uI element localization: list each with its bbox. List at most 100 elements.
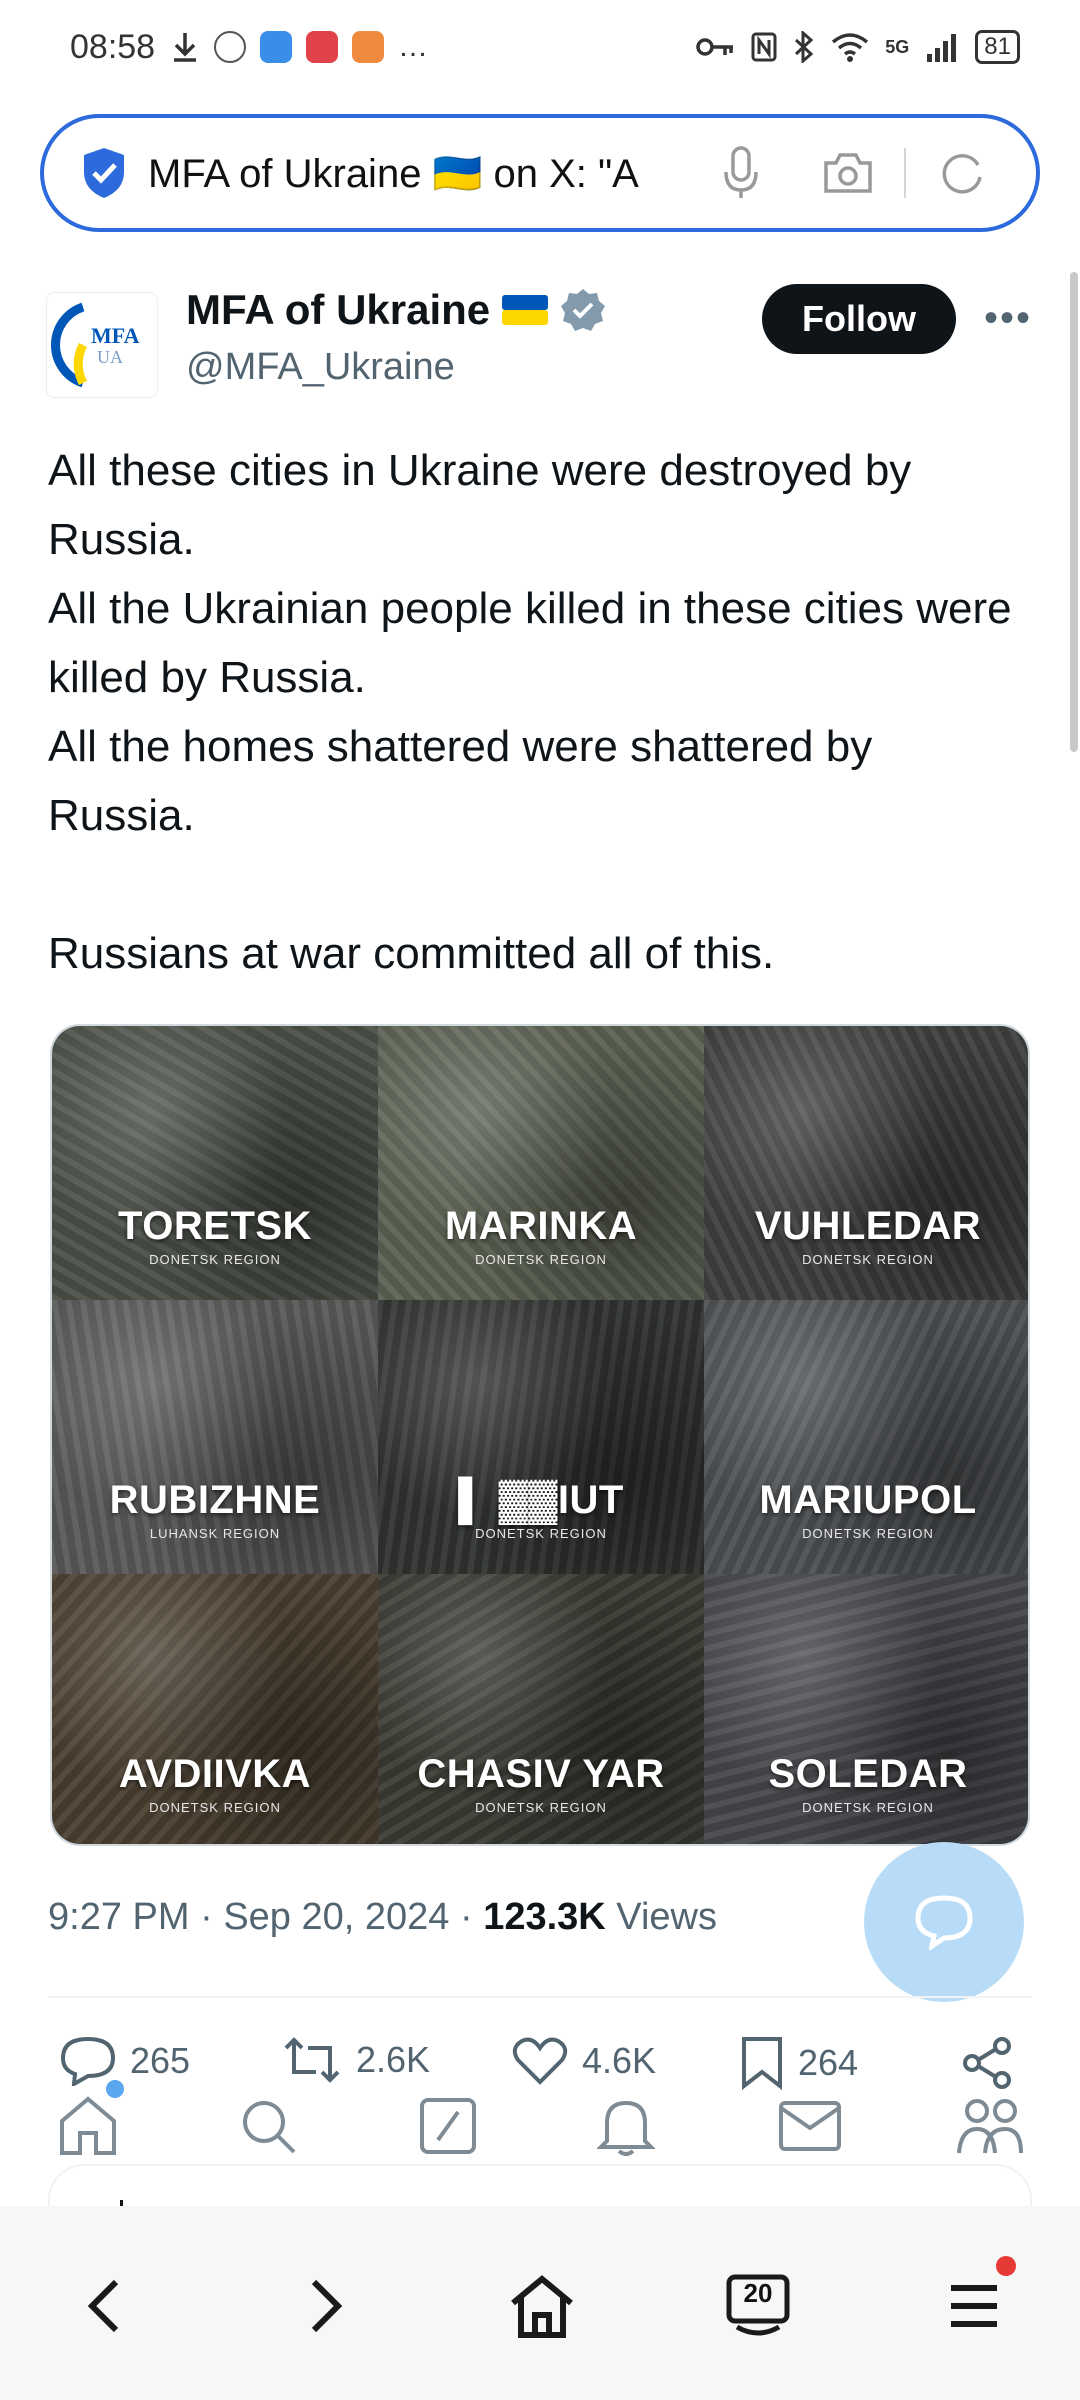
address-bar-divider [904,148,906,198]
compose-reply-button[interactable] [864,1842,1024,2002]
mail-icon [779,2101,841,2151]
search-icon [243,2101,296,2154]
x-nav-search[interactable] [232,2090,304,2162]
browser-home-button[interactable] [500,2264,584,2348]
tabs-button[interactable]: 20 [716,2264,800,2348]
media-tile[interactable]: MARIUPOL DONETSK REGION [704,1300,1028,1574]
app-notification-icon [214,31,246,63]
avatar-text-bottom: UA [97,347,123,367]
tab-count: 20 [743,2278,773,2308]
status-time: 08:58 [70,28,156,66]
media-tile[interactable]: VUHLEDAR DONETSK REGION [704,1026,1028,1300]
avatar-text-top: MFA [91,323,140,348]
network-type: 5G [885,36,910,57]
tweet-date[interactable]: Sep 20, 2024 [223,1896,449,1938]
microphone-icon[interactable] [724,146,758,200]
wifi-icon [832,33,869,62]
url-text[interactable]: MFA of Ukraine 🇺🇦 on X: "A [148,150,688,197]
browser-nav-bar: 20 [0,2206,1080,2400]
follow-button[interactable]: Follow [762,284,956,354]
x-nav-grok[interactable] [412,2090,484,2162]
city-label: ▌ ▓▓IUT [458,1478,624,1522]
region-label: DONETSK REGION [475,1526,607,1541]
region-label: DONETSK REGION [149,1252,281,1267]
shield-check-icon [84,148,124,198]
reply-count: 265 [130,2040,191,2081]
share-button[interactable] [960,2036,1014,2090]
tweet-meta: 9:27 PM · Sep 20, 2024 · 123.3K Views [48,1896,717,1939]
tweet-actions: 265 2.6K 4.6K 264 [60,2036,1020,2096]
play-app-icon [352,31,384,63]
bell-icon [597,2100,655,2156]
media-tile[interactable]: AVDIIVKA DONETSK REGION [52,1574,378,1844]
region-label: DONETSK REGION [802,1252,934,1267]
author-name[interactable]: MFA of Ukraine [186,286,606,334]
repost-count: 2.6K [356,2039,431,2080]
meta-separator: · [200,1896,224,1938]
region-label: DONETSK REGION [802,1800,934,1815]
avatar[interactable]: MFA UA [46,292,158,398]
city-label: SOLEDAR [768,1752,968,1796]
bookmark-button[interactable]: 264 [740,2036,858,2090]
app-notification-icon [306,31,338,63]
bluetooth-icon [795,31,814,63]
notification-icons: … [170,30,428,64]
media-tile[interactable]: CHASIV YAR DONETSK REGION [378,1574,704,1844]
x-nav-notifications[interactable] [590,2090,662,2162]
refresh-icon[interactable] [938,149,986,197]
address-bar[interactable]: MFA of Ukraine 🇺🇦 on X: "A [40,114,1040,232]
tweet-media[interactable]: TORETSK DONETSK REGION MARINKA DONETSK REGI… [50,1024,1030,1846]
x-nav-communities[interactable] [954,2090,1026,2162]
menu-button[interactable] [932,2264,1016,2348]
media-tile[interactable]: RUBIZHNE LUHANSK REGION [52,1300,378,1574]
media-tile[interactable]: ▌ ▓▓IUT DONETSK REGION [378,1300,704,1574]
repost-button[interactable]: 2.6K [282,2036,430,2084]
chat-bubble-icon [915,1895,973,1950]
region-label: DONETSK REGION [475,1800,607,1815]
author-name-text[interactable]: MFA of Ukraine [186,286,490,334]
home-icon [60,2096,116,2155]
key-icon [696,38,734,56]
scroll-indicator[interactable] [1070,272,1078,752]
heart-icon [512,2037,568,2085]
media-tile[interactable]: TORETSK DONETSK REGION [52,1026,378,1300]
status-bar: 08:58 … 5G 81 [0,0,1080,100]
nfc-icon [751,32,777,62]
meta-separator: · [459,1896,484,1938]
city-label: VUHLEDAR [754,1204,982,1248]
views-label: Views [616,1896,717,1938]
like-button[interactable]: 4.6K [512,2036,656,2086]
x-bottom-nav [0,2090,1080,2174]
reply-button[interactable]: 265 [60,2036,190,2086]
back-button[interactable] [62,2264,146,2348]
city-label: RUBIZHNE [109,1478,321,1522]
views-count: 123.3K [483,1896,606,1938]
hamburger-menu-icon [951,2285,997,2327]
app-notification-icon [260,31,292,63]
x-nav-home[interactable] [52,2090,124,2162]
camera-icon[interactable] [822,151,874,195]
media-tile[interactable]: SOLEDAR DONETSK REGION [704,1574,1028,1844]
forward-arrow-icon [311,2279,343,2333]
author-handle[interactable]: @MFA_Ukraine [186,346,455,389]
repost-icon [284,2037,340,2083]
ukraine-flag-icon [502,295,549,325]
media-tile[interactable]: MARINKA DONETSK REGION [378,1026,704,1300]
divider [48,1996,1032,1998]
verified-badge-icon[interactable] [560,287,606,333]
battery-indicator: 81 [975,30,1020,64]
download-icon [174,33,196,62]
home-icon [511,2275,573,2338]
city-label: TORETSK [118,1204,312,1248]
forward-button[interactable] [284,2264,368,2348]
city-label: CHASIV YAR [417,1752,665,1796]
status-right: 5G 81 [695,30,1020,64]
city-label: MARIUPOL [759,1478,977,1522]
tweet-time[interactable]: 9:27 PM [48,1896,190,1938]
like-count: 4.6K [582,2040,657,2081]
menu-badge-dot [996,2256,1016,2276]
bookmark-count: 264 [798,2042,859,2083]
city-label: AVDIIVKA [118,1752,312,1796]
x-nav-messages[interactable] [774,2090,846,2162]
more-options-icon[interactable]: ••• [984,296,1032,341]
